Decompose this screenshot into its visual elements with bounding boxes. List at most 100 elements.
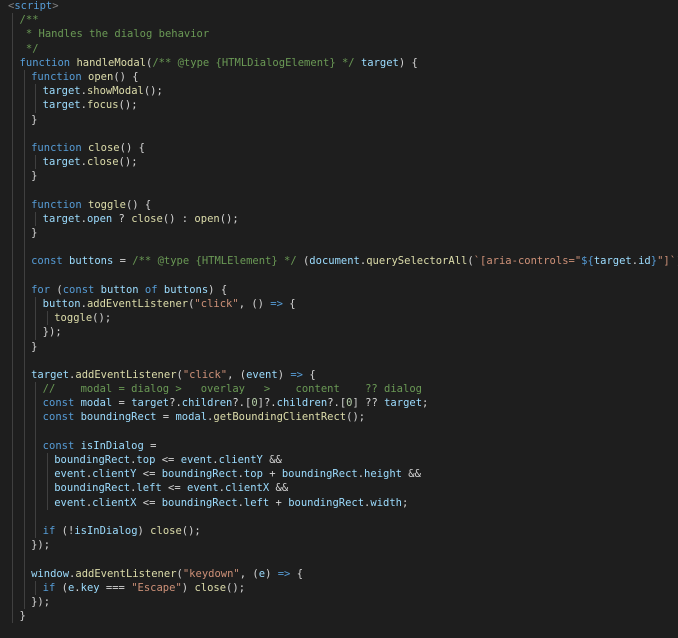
code-token: boundingRect [288, 496, 365, 509]
code-token: key [80, 581, 100, 594]
code-token: <= [136, 468, 162, 481]
indent-guide [12, 552, 13, 567]
code-token: () { [119, 141, 145, 154]
code-line[interactable]: } [0, 169, 678, 184]
code-token: isInDialog [80, 439, 144, 452]
code-line[interactable]: target.open ? close() : open(); [0, 211, 678, 226]
indent-guide [12, 609, 13, 624]
indent-guide [23, 169, 25, 184]
code-line[interactable] [0, 268, 678, 283]
code-lines[interactable]: <script>/** * Handles the dialog behavio… [0, 0, 678, 624]
code-token: => [277, 567, 291, 580]
code-line[interactable]: toggle(); [0, 311, 678, 326]
code-line[interactable]: function handleModal(/** @type {HTMLDial… [0, 55, 678, 70]
code-line[interactable]: <script> [0, 0, 678, 13]
code-token: "click" [194, 297, 239, 310]
code-line[interactable]: const buttons = /** @type {HTMLElement} … [0, 254, 678, 269]
indent-guide [23, 424, 25, 439]
code-line[interactable]: } [0, 609, 678, 624]
code-line[interactable]: event.clientX <= boundingRect.left + bou… [0, 495, 678, 510]
code-token: }); [31, 539, 51, 552]
code-token: buttons [69, 255, 114, 268]
code-line[interactable]: boundingRect.left <= event.clientX && [0, 481, 678, 496]
indent-guide [23, 282, 25, 297]
code-text: button.addEventListener("click", () => { [43, 297, 296, 311]
code-line[interactable]: function open() { [0, 69, 678, 85]
code-line[interactable]: } [0, 226, 678, 241]
code-line[interactable]: if (!isInDialog) close(); [0, 523, 678, 539]
code-token: ) { [398, 56, 418, 69]
indent-guide [35, 467, 37, 482]
indent-guide [46, 453, 48, 468]
code-text: // modal = dialog > overlay > content ??… [43, 382, 422, 396]
code-editor[interactable]: <script>/** * Handles the dialog behavio… [0, 0, 678, 638]
code-line[interactable]: target.focus(); [0, 98, 678, 113]
code-token: ?.[ [232, 397, 252, 410]
code-text: target.showModal(); [43, 84, 163, 98]
indent-guide [35, 481, 37, 496]
indent-guide [12, 55, 13, 70]
code-line[interactable]: const boundingRect = modal.getBoundingCl… [0, 410, 678, 425]
code-token: addEventListener [86, 297, 189, 310]
code-line[interactable]: if (e.key === "Escape") close(); [0, 580, 678, 595]
code-token: for [31, 283, 57, 296]
code-line[interactable]: target.close(); [0, 155, 678, 170]
code-token: === [99, 581, 132, 594]
code-token: boundingRect [161, 468, 238, 481]
indent-guide [23, 367, 25, 383]
code-line[interactable]: boundingRect.top <= event.clientY && [0, 453, 678, 468]
code-line[interactable]: const isInDialog = [0, 438, 678, 453]
code-token: "]` [657, 255, 677, 268]
code-token: function [31, 198, 89, 211]
indent-guide [23, 226, 25, 241]
code-line[interactable]: function close() { [0, 140, 678, 156]
indent-guide [12, 523, 13, 539]
indent-guide [12, 69, 13, 85]
code-line[interactable]: // modal = dialog > overlay > content ??… [0, 382, 678, 397]
code-line[interactable] [0, 126, 678, 141]
code-line[interactable]: } [0, 112, 678, 127]
code-token: id [638, 255, 651, 268]
code-line[interactable]: window.addEventListener("keydown", (e) =… [0, 566, 678, 581]
code-token: = [113, 255, 133, 268]
indent-guide [46, 467, 48, 482]
code-line[interactable]: for (const button of buttons) { [0, 282, 678, 297]
code-line[interactable] [0, 424, 678, 439]
code-line[interactable]: const modal = target?.children?.[0]?.chi… [0, 396, 678, 411]
code-line[interactable]: target.addEventListener("click", (event)… [0, 367, 678, 383]
code-line[interactable]: event.clientY <= boundingRect.top + boun… [0, 467, 678, 482]
code-line[interactable]: /** [0, 13, 678, 28]
code-line[interactable] [0, 240, 678, 255]
code-token: => [290, 368, 304, 381]
code-text: function close() { [31, 141, 145, 155]
code-line[interactable]: }); [0, 538, 678, 553]
code-token: ?. [169, 397, 182, 410]
code-line[interactable]: */ [0, 41, 678, 56]
code-line[interactable] [0, 353, 678, 368]
code-token: * Handles the dialog behavior [19, 28, 210, 41]
code-line[interactable] [0, 552, 678, 567]
code-line[interactable] [0, 509, 678, 524]
code-text: window.addEventListener("keydown", (e) =… [31, 567, 303, 581]
code-token: const [42, 411, 81, 424]
code-token: /** [19, 14, 39, 27]
code-token: } [31, 113, 38, 126]
code-line[interactable]: * Handles the dialog behavior [0, 27, 678, 42]
code-token: boundingRect [54, 454, 131, 466]
code-token: "keydown" [182, 567, 240, 580]
code-line[interactable]: button.addEventListener("click", () => { [0, 296, 678, 312]
code-line[interactable]: function toggle() { [0, 197, 678, 212]
code-line[interactable]: target.showModal(); [0, 84, 678, 99]
code-token: script [14, 0, 53, 12]
code-token: ${ [581, 255, 594, 268]
code-token: /** @type {HTMLElement} */ [132, 255, 303, 268]
code-token: (); [226, 581, 246, 594]
code-line[interactable]: }); [0, 325, 678, 340]
indent-guide [23, 453, 25, 468]
code-line[interactable] [0, 183, 678, 198]
code-token: window [31, 567, 70, 580]
code-token: = [156, 411, 176, 424]
code-token: ) [181, 581, 195, 594]
code-line[interactable]: } [0, 339, 678, 354]
code-line[interactable]: }); [0, 594, 678, 610]
